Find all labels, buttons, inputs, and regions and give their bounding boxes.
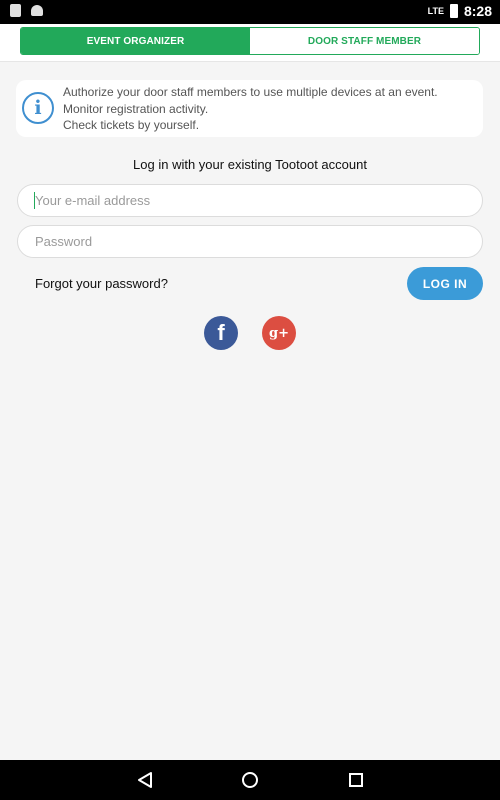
forgot-password-link[interactable]: Forgot your password? — [35, 276, 168, 291]
navigation-bar — [0, 760, 500, 800]
back-icon[interactable] — [135, 770, 155, 790]
email-field[interactable] — [17, 184, 483, 217]
status-time: 8:28 — [463, 3, 492, 19]
facebook-login-icon[interactable]: f — [204, 316, 238, 350]
info-icon: i — [22, 92, 54, 124]
role-header: EVENT ORGANIZER DOOR STAFF MEMBER — [0, 24, 500, 62]
login-title: Log in with your existing Tootoot accoun… — [133, 157, 367, 172]
google-plus-login-icon[interactable]: g+ — [262, 316, 296, 350]
signal-icon: LTE — [427, 6, 444, 16]
info-line: Check tickets by yourself. — [63, 118, 200, 132]
info-text: Authorize your door staff members to use… — [63, 84, 473, 134]
info-line: Monitor registration activity. — [63, 101, 209, 116]
android-icon — [31, 5, 43, 16]
password-field[interactable] — [17, 225, 483, 258]
tab-door-staff-member[interactable]: DOOR STAFF MEMBER — [250, 28, 479, 54]
sd-card-icon — [10, 4, 21, 17]
info-line: Authorize your door staff members to use… — [63, 85, 438, 99]
tab-event-organizer[interactable]: EVENT ORGANIZER — [21, 28, 250, 54]
status-bar: LTE 8:28 — [0, 0, 500, 24]
info-card: i Authorize your door staff members to u… — [16, 80, 483, 137]
text-cursor — [34, 192, 35, 209]
home-icon[interactable] — [240, 770, 260, 790]
login-button[interactable]: LOG IN — [407, 267, 483, 300]
recent-apps-icon[interactable] — [346, 770, 366, 790]
role-segmented-control: EVENT ORGANIZER DOOR STAFF MEMBER — [20, 27, 480, 55]
battery-icon — [449, 4, 458, 18]
